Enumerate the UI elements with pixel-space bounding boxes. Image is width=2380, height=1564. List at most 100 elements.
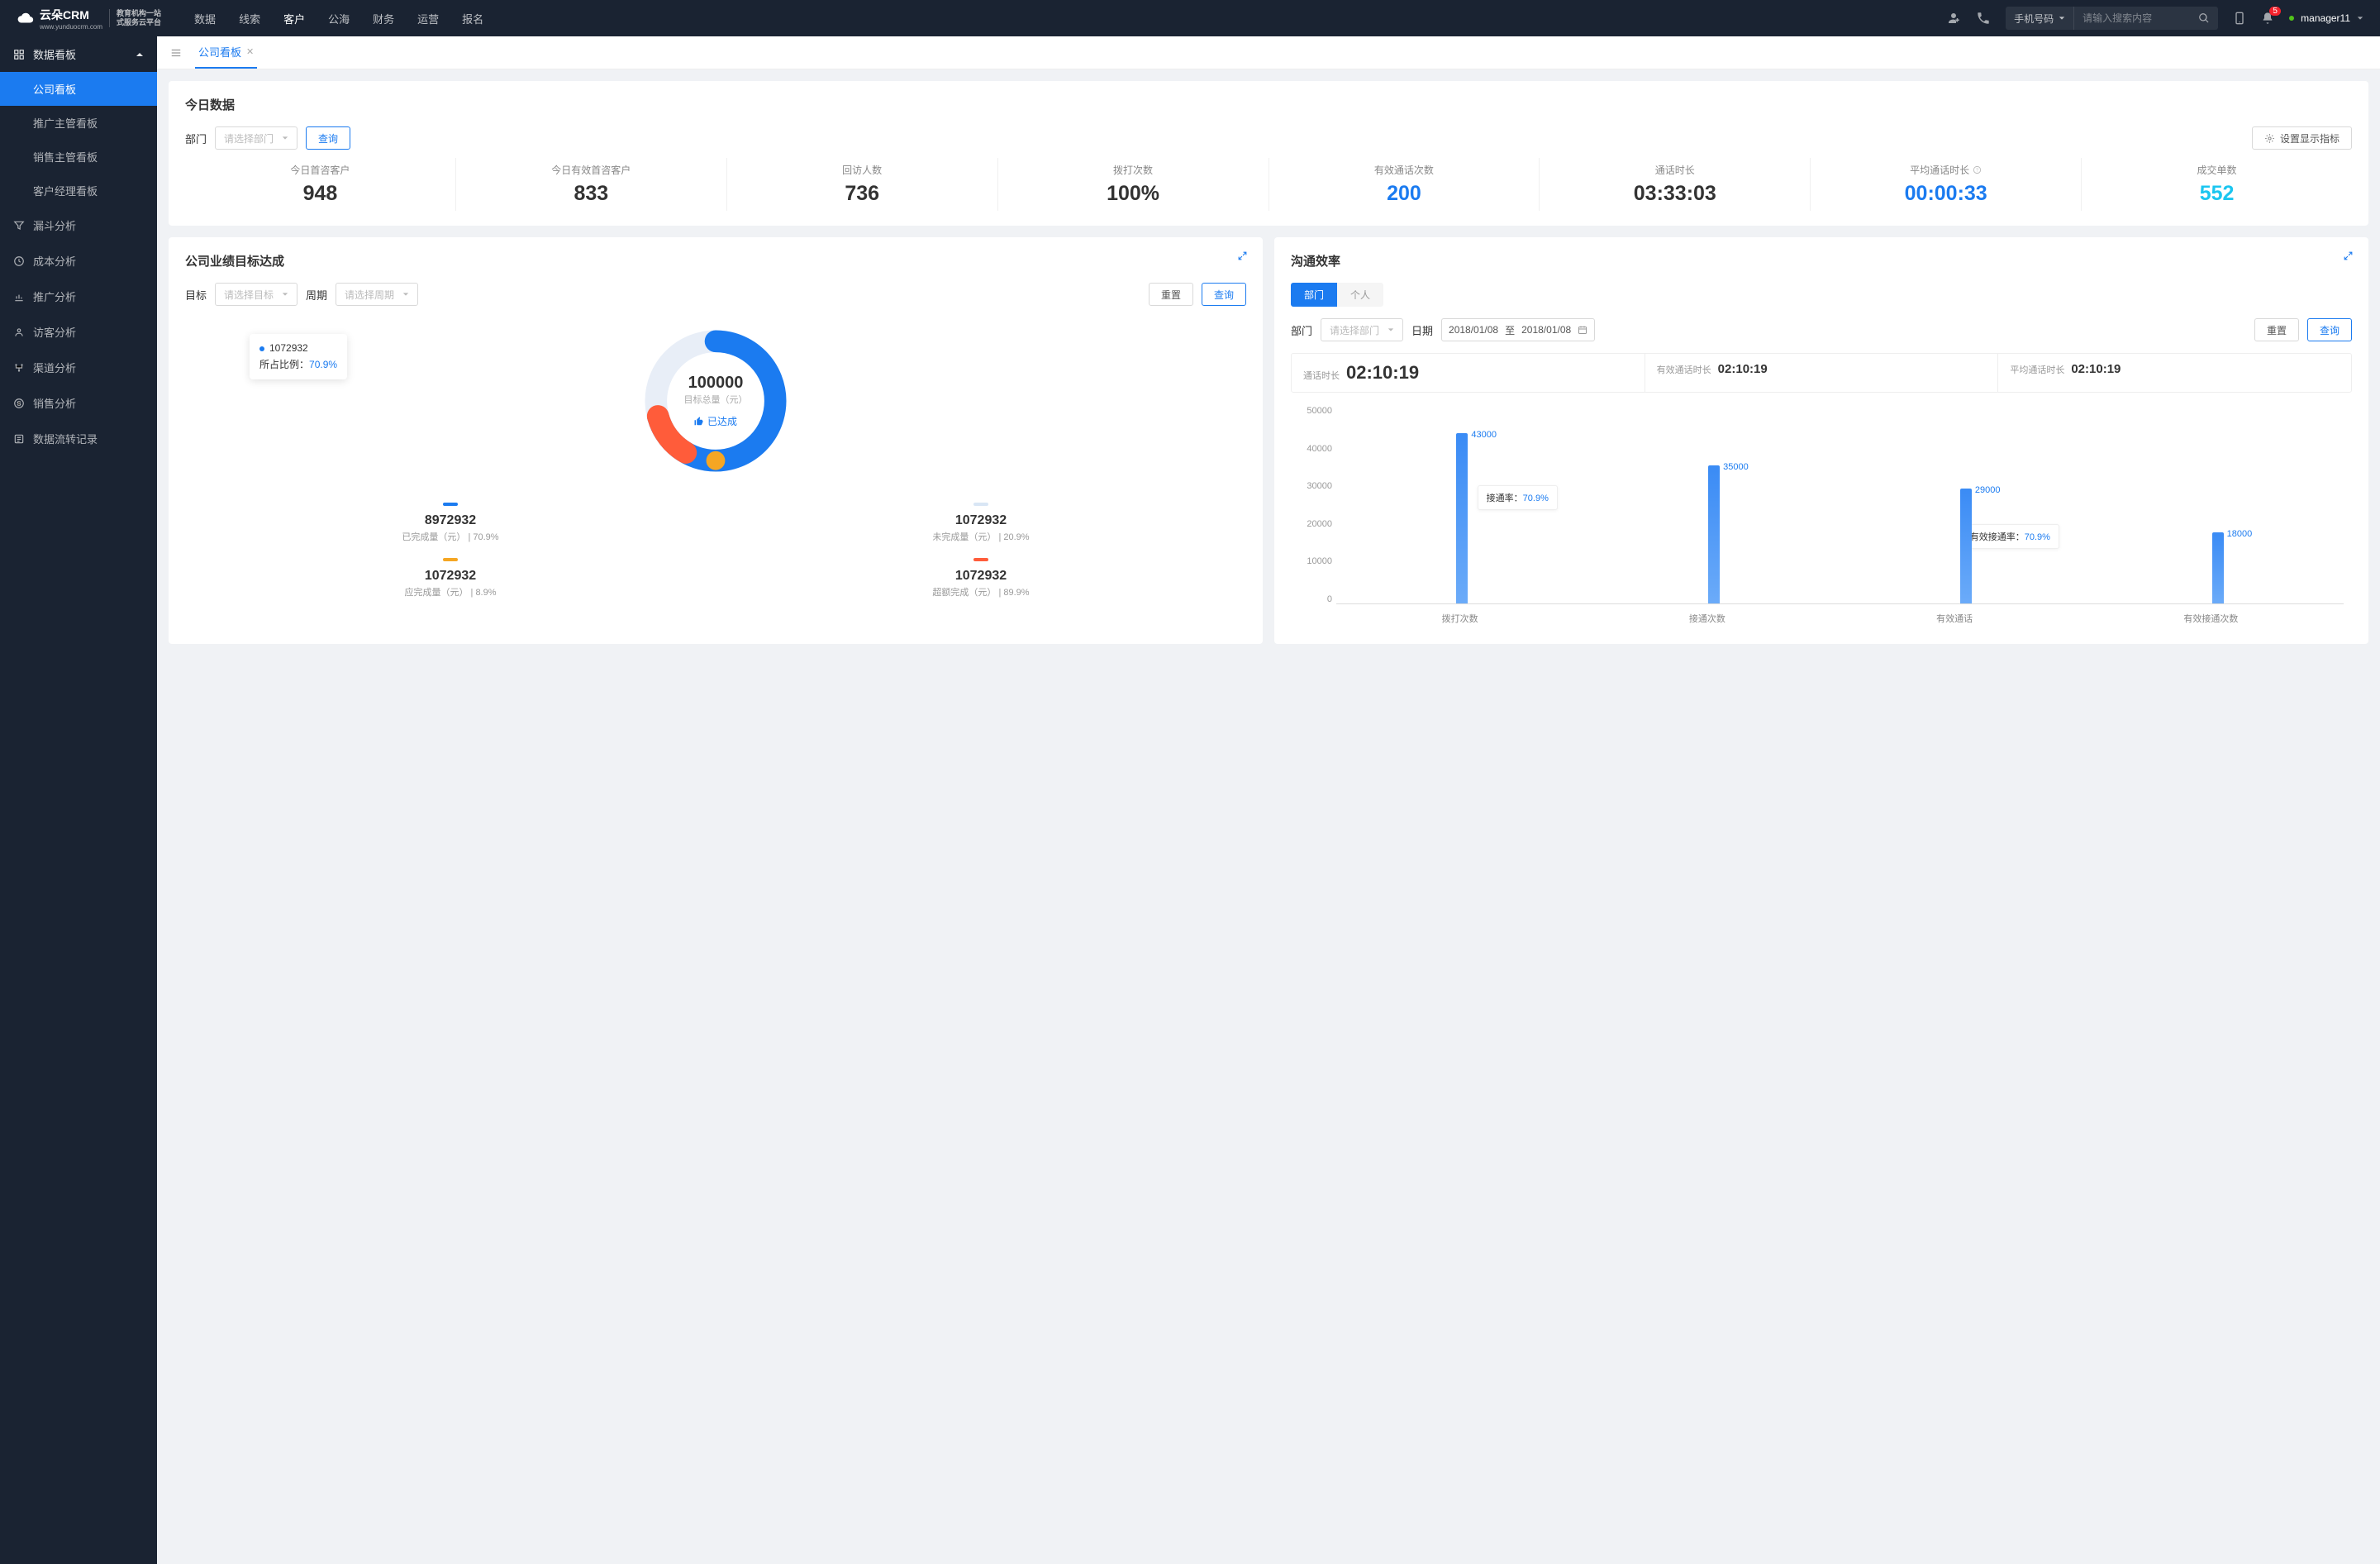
- reset-button[interactable]: 重置: [2254, 318, 2299, 341]
- search-type-select[interactable]: 手机号码: [2006, 7, 2074, 30]
- legend-item: 1072932应完成量（元） | 8.9%: [185, 550, 716, 605]
- top-header: 云朵CRM www.yunduocrm.com 教育机构一站 式服务云平台 数据…: [0, 0, 2380, 36]
- sidebar-item[interactable]: 推广分析: [0, 279, 157, 314]
- seg-person[interactable]: 个人: [1337, 283, 1383, 307]
- menu-toggle-icon[interactable]: [170, 47, 182, 59]
- tab-company-dashboard[interactable]: 公司看板 ✕: [195, 36, 257, 69]
- metric: 有效通话时长02:10:19: [1645, 354, 1999, 392]
- nav-item[interactable]: 运营: [417, 11, 439, 26]
- channel-icon: [13, 362, 25, 374]
- bar: 18000: [2212, 532, 2224, 603]
- legend-item: 1072932超额完成（元） | 89.9%: [716, 550, 1246, 605]
- main: 公司看板 ✕ 今日数据 部门 请选择部门 查询 设置显示指: [157, 36, 2380, 1564]
- sidebar-item[interactable]: 推广主管看板: [0, 106, 157, 140]
- add-user-icon[interactable]: [1946, 11, 1961, 26]
- sidebar-item[interactable]: 销售主管看板: [0, 140, 157, 174]
- kpi: 回访人数736: [727, 158, 998, 211]
- sidebar: 数据看板 公司看板推广主管看板销售主管看板客户经理看板 漏斗分析成本分析推广分析…: [0, 36, 157, 1564]
- kpi: 有效通话次数200: [1269, 158, 1540, 211]
- sidebar-item[interactable]: 公司看板: [0, 72, 157, 106]
- kpi: 拨打次数100%: [998, 158, 1269, 211]
- close-icon[interactable]: ✕: [246, 46, 254, 57]
- chevron-up-icon: [136, 50, 144, 59]
- expand-icon[interactable]: [1237, 250, 1248, 261]
- sidebar-item[interactable]: 漏斗分析: [0, 207, 157, 243]
- funnel-icon: [13, 220, 25, 231]
- card-communication: 沟通效率 部门 个人 部门 请选择部门 日期 2018/01/08: [1274, 237, 2368, 644]
- status-dot-icon: [2289, 16, 2294, 21]
- dashboard-icon: [13, 49, 25, 60]
- kpi: 今日有效首咨客户833: [456, 158, 727, 211]
- rate-tooltip: 有效接通率：70.9%: [1961, 524, 2059, 549]
- segment-control: 部门 个人: [1291, 283, 1383, 307]
- nav-item[interactable]: 客户: [283, 11, 305, 26]
- cloud-icon: [17, 9, 35, 27]
- legend-grid: 8972932已完成量（元） | 70.9%1072932未完成量（元） | 2…: [185, 494, 1246, 605]
- goal-status: 已达成: [694, 414, 737, 428]
- top-nav: 数据 线索 客户 公海 财务 运营 报名: [194, 11, 483, 26]
- rate-tooltip: 接通率：70.9%: [1478, 485, 1558, 510]
- tabs-bar: 公司看板 ✕: [157, 36, 2380, 69]
- reset-button[interactable]: 重置: [1149, 283, 1193, 306]
- kpi: 今日首咨客户948: [185, 158, 456, 211]
- donut-chart: 1072932 所占比例：70.9% 100000 目标总量（元）: [185, 322, 1246, 479]
- chart-tooltip: 1072932 所占比例：70.9%: [250, 334, 347, 379]
- dept-select[interactable]: 请选择部门: [1321, 318, 1403, 341]
- query-button[interactable]: 查询: [1202, 283, 1246, 306]
- sidebar-item[interactable]: 成本分析: [0, 243, 157, 279]
- seg-dept[interactable]: 部门: [1291, 283, 1337, 307]
- card-today: 今日数据 部门 请选择部门 查询 设置显示指标 今日首咨客户948今日有效首咨客…: [169, 81, 2368, 226]
- chevron-down-icon: [1388, 327, 1394, 333]
- metric: 平均通话时长02:10:19: [1998, 354, 2351, 392]
- brand-name: 云朵CRM: [40, 7, 102, 23]
- nav-item[interactable]: 报名: [462, 11, 483, 26]
- sidebar-item[interactable]: 数据流转记录: [0, 421, 157, 456]
- phone-icon[interactable]: [1976, 11, 1991, 26]
- query-button[interactable]: 查询: [2307, 318, 2352, 341]
- chevron-down-icon: [282, 291, 288, 298]
- brand-tagline: 教育机构一站 式服务云平台: [109, 9, 161, 27]
- flow-icon: [13, 433, 25, 445]
- bar-chart: 50000400003000020000100000 接通率：70.9% 有效接…: [1291, 406, 2352, 629]
- username: manager11: [2301, 12, 2350, 24]
- settings-button[interactable]: 设置显示指标: [2252, 126, 2352, 150]
- chevron-down-icon: [402, 291, 409, 298]
- sidebar-item[interactable]: 客户经理看板: [0, 174, 157, 207]
- target-select[interactable]: 请选择目标: [215, 283, 298, 306]
- svg-text:?: ?: [1976, 168, 1978, 173]
- chevron-down-icon: [2059, 15, 2065, 21]
- card-title: 公司业绩目标达成: [185, 252, 1246, 269]
- bar: 43000: [1456, 433, 1468, 603]
- period-select[interactable]: 请选择周期: [336, 283, 418, 306]
- mobile-icon[interactable]: [2233, 12, 2246, 25]
- metrics-row: 通话时长02:10:19有效通话时长02:10:19平均通话时长02:10:19: [1291, 353, 2352, 393]
- user-menu[interactable]: manager11: [2289, 12, 2363, 24]
- nav-item[interactable]: 数据: [194, 11, 216, 26]
- search-icon[interactable]: [2190, 12, 2218, 24]
- sidebar-item[interactable]: 访客分析: [0, 314, 157, 350]
- brand-url: www.yunduocrm.com: [40, 23, 102, 31]
- sidebar-item[interactable]: 渠道分析: [0, 350, 157, 385]
- logo[interactable]: 云朵CRM www.yunduocrm.com 教育机构一站 式服务云平台: [17, 7, 161, 31]
- visitor-icon: [13, 327, 25, 338]
- bell-icon[interactable]: 5: [2261, 12, 2274, 25]
- sidebar-item[interactable]: 销售分析: [0, 385, 157, 421]
- kpi: 平均通话时长 ?00:00:33: [1811, 158, 2082, 211]
- date-range-input[interactable]: 2018/01/08 至 2018/01/08: [1441, 318, 1595, 341]
- dept-label: 部门: [185, 131, 207, 146]
- kpi: 成交单数552: [2082, 158, 2352, 211]
- dept-select[interactable]: 请选择部门: [215, 126, 298, 150]
- nav-item[interactable]: 公海: [328, 11, 350, 26]
- sales-icon: [13, 398, 25, 409]
- legend-item: 8972932已完成量（元） | 70.9%: [185, 494, 716, 550]
- expand-icon[interactable]: [2343, 250, 2354, 261]
- chart-icon: [13, 291, 25, 303]
- clock-icon: [13, 255, 25, 267]
- search-input[interactable]: [2074, 12, 2190, 24]
- sidebar-group-header[interactable]: 数据看板: [0, 36, 157, 72]
- query-button[interactable]: 查询: [306, 126, 350, 150]
- nav-item[interactable]: 线索: [239, 11, 260, 26]
- nav-item[interactable]: 财务: [373, 11, 394, 26]
- chevron-down-icon: [282, 135, 288, 141]
- chevron-down-icon: [2357, 15, 2363, 21]
